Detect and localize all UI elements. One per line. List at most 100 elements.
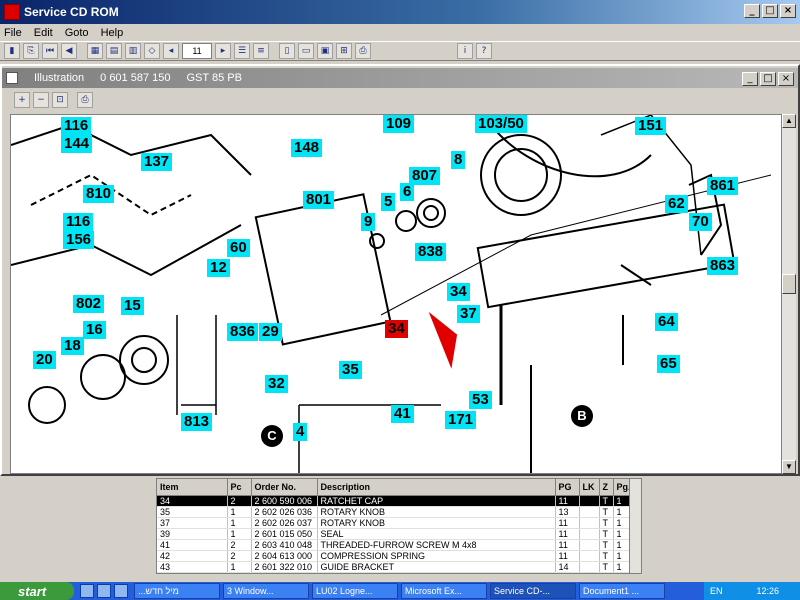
part-callout[interactable]: 53	[469, 391, 492, 409]
scroll-thumb[interactable]	[782, 274, 796, 294]
exploded-view-drawing[interactable]: 109 103/50 151 116 144 148 137 8 807 6 5…	[10, 114, 782, 474]
part-callout[interactable]: 813	[181, 413, 213, 431]
menu-goto[interactable]: Goto	[65, 27, 89, 39]
table-row[interactable]: 37 1 2 602 026 037 ROTARY KNOB 11 T 1	[157, 517, 632, 529]
maximize-button[interactable]: □	[760, 72, 776, 86]
part-callout[interactable]: 62	[665, 195, 688, 213]
table-row[interactable]: 41 2 2 603 410 048 THREADED-FURROW SCREW M …	[157, 539, 632, 551]
print-icon[interactable]: ⎙	[355, 43, 371, 59]
copy-icon[interactable]: ⎘	[23, 43, 39, 59]
maximize-button[interactable]: □	[762, 4, 778, 18]
task-button[interactable]: LU02 Logne...	[312, 583, 398, 599]
parts-icon[interactable]: ▥	[125, 43, 141, 59]
part-callout[interactable]: 151	[635, 117, 667, 135]
part-callout[interactable]: 18	[61, 337, 84, 355]
part-callout[interactable]: 32	[265, 375, 288, 393]
next-page-icon[interactable]: ▸	[215, 43, 231, 59]
part-callout[interactable]: 35	[339, 361, 362, 379]
task-button-active[interactable]: Service CD-...	[490, 583, 576, 599]
minimize-button[interactable]: _	[744, 4, 760, 18]
exit-icon[interactable]: ▮	[4, 43, 20, 59]
part-callout[interactable]: 70	[689, 213, 712, 231]
scroll-up-icon[interactable]: ▲	[782, 114, 796, 128]
page-number-field[interactable]: 11	[182, 43, 212, 59]
start-button[interactable]: start	[0, 582, 74, 600]
ie-icon[interactable]	[97, 584, 111, 598]
table-row[interactable]: 35 1 2 602 026 036 ROTARY KNOB 13 T 1	[157, 506, 632, 518]
table-row-selected[interactable]: 34 2 2 600 590 006 RATCHET CAP 11 T 1	[157, 495, 632, 507]
help-icon[interactable]: ?	[476, 43, 492, 59]
column-header[interactable]: Z	[599, 479, 614, 496]
part-callout[interactable]: 41	[391, 405, 414, 423]
part-callout[interactable]: 863	[707, 257, 739, 275]
zoom-out-icon[interactable]: −	[33, 92, 49, 108]
part-callout[interactable]: 148	[291, 139, 323, 157]
part-callout[interactable]: 861	[707, 177, 739, 195]
part-callout[interactable]: 12	[207, 259, 230, 277]
open-icon[interactable]: ▭	[298, 43, 314, 59]
part-callout[interactable]: 836	[227, 323, 259, 341]
part-callout[interactable]: 810	[83, 185, 115, 203]
column-header[interactable]: LK	[579, 479, 600, 496]
part-callout[interactable]: 5	[381, 193, 396, 211]
part-callout[interactable]: 116	[61, 117, 92, 135]
section-marker-b[interactable]: B	[571, 405, 593, 427]
info-icon[interactable]: i	[457, 43, 473, 59]
menu-help[interactable]: Help	[101, 27, 124, 39]
task-button[interactable]: Microsoft Ex...	[401, 583, 487, 599]
part-callout[interactable]: 171	[445, 411, 477, 429]
task-button[interactable]: Document1 ...	[579, 583, 665, 599]
part-callout[interactable]: 16	[83, 321, 106, 339]
table-row[interactable]: 42 2 2 604 613 000 COMPRESSION SPRING 11 T 1	[157, 550, 632, 562]
part-callout[interactable]: 60	[227, 239, 250, 257]
column-header[interactable]: PG	[555, 479, 580, 496]
close-button[interactable]: ×	[780, 4, 796, 18]
blank-icon[interactable]: ◇	[144, 43, 160, 59]
part-callout[interactable]: 29	[259, 323, 282, 341]
menu-file[interactable]: File	[4, 27, 22, 39]
part-callout[interactable]: 34	[447, 283, 470, 301]
table-row[interactable]: 43 1 2 601 322 010 GUIDE BRACKET 14 T 1	[157, 561, 632, 573]
part-callout[interactable]: 116	[63, 213, 94, 231]
save-icon[interactable]: ▣	[317, 43, 333, 59]
part-callout[interactable]: 20	[33, 351, 56, 369]
column-header[interactable]: Description	[317, 479, 556, 496]
new-doc-icon[interactable]: ▯	[279, 43, 295, 59]
fit-icon[interactable]: ⊡	[52, 92, 68, 108]
selected-part-callout[interactable]: 34	[385, 320, 408, 338]
section-marker-c[interactable]: C	[261, 425, 283, 447]
column-header[interactable]: Order No.	[251, 479, 318, 496]
overview-icon[interactable]: ▦	[87, 43, 103, 59]
part-callout[interactable]: 137	[141, 153, 173, 171]
minimize-button[interactable]: _	[742, 72, 758, 86]
language-indicator[interactable]: EN	[710, 586, 723, 596]
part-callout[interactable]: 37	[457, 305, 480, 323]
outlook-icon[interactable]	[114, 584, 128, 598]
vertical-scrollbar[interactable]: ▲ ▼	[782, 114, 796, 474]
part-callout[interactable]: 9	[361, 213, 376, 231]
first-page-icon[interactable]: ⏮	[42, 43, 58, 59]
column-header[interactable]: Item	[157, 479, 228, 496]
part-callout[interactable]: 838	[415, 243, 447, 261]
part-callout[interactable]: 65	[657, 355, 680, 373]
prev-icon[interactable]: ◀	[61, 43, 77, 59]
part-callout[interactable]: 8	[451, 151, 466, 169]
table-row[interactable]: 39 1 2 601 015 050 SEAL 11 T 1	[157, 528, 632, 540]
part-callout[interactable]: 64	[655, 313, 678, 331]
part-callout[interactable]: 6	[400, 183, 415, 201]
column-header[interactable]: Pc	[227, 479, 252, 496]
part-callout[interactable]: 15	[121, 297, 144, 315]
bookmark-icon[interactable]: ⊞	[336, 43, 352, 59]
task-button[interactable]: ...מיל חדש	[134, 583, 220, 599]
part-callout[interactable]: 801	[303, 191, 335, 209]
list2-icon[interactable]: ≡	[253, 43, 269, 59]
desktop-icon[interactable]	[80, 584, 94, 598]
menu-edit[interactable]: Edit	[34, 27, 53, 39]
table-scrollbar[interactable]	[629, 479, 641, 573]
close-button[interactable]: ×	[778, 72, 794, 86]
part-callout[interactable]: 109	[383, 115, 415, 133]
print-icon[interactable]: ⎙	[77, 92, 93, 108]
prev-page-icon[interactable]: ◂	[163, 43, 179, 59]
list-icon[interactable]: ☰	[234, 43, 250, 59]
grid-icon[interactable]: ▤	[106, 43, 122, 59]
